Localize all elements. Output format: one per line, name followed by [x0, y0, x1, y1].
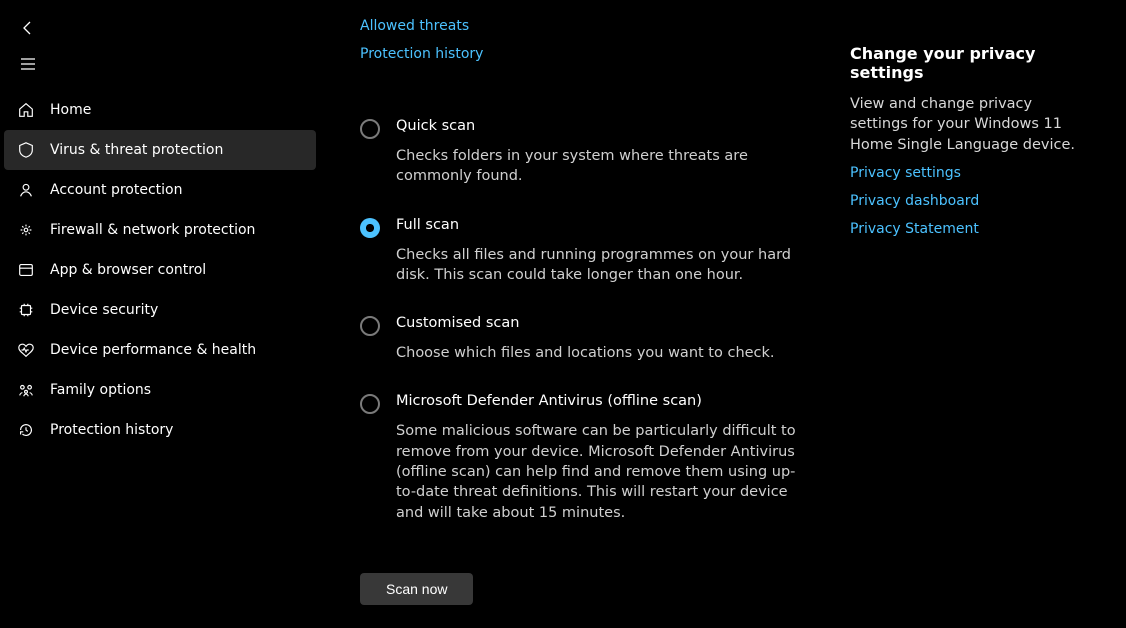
history-icon: [16, 420, 36, 440]
radio-title: Full scan: [396, 217, 810, 233]
arrow-left-icon: [20, 20, 36, 36]
link-allowed-threats[interactable]: Allowed threats: [360, 18, 810, 34]
privacy-text: View and change privacy settings for you…: [850, 94, 1090, 155]
radio-option-offline-scan[interactable]: Microsoft Defender Antivirus (offline sc…: [360, 393, 810, 522]
radio-title: Microsoft Defender Antivirus (offline sc…: [396, 393, 810, 409]
hamburger-button[interactable]: [10, 46, 46, 82]
nav-label: Family options: [50, 382, 151, 398]
radio-description: Checks folders in your system where thre…: [396, 146, 810, 187]
scan-now-button[interactable]: Scan now: [360, 573, 473, 605]
nav-item-account-protection[interactable]: Account protection: [4, 170, 316, 210]
nav-label: Home: [50, 102, 91, 118]
link-protection-history[interactable]: Protection history: [360, 46, 810, 62]
right-column: Change your privacy settings View and ch…: [850, 18, 1090, 608]
nav-item-home[interactable]: Home: [4, 90, 316, 130]
heart-icon: [16, 340, 36, 360]
nav-item-device-security[interactable]: Device security: [4, 290, 316, 330]
privacy-heading: Change your privacy settings: [850, 44, 1090, 82]
link-privacy-statement[interactable]: Privacy Statement: [850, 221, 1090, 237]
browser-icon: [16, 260, 36, 280]
home-icon: [16, 100, 36, 120]
radio-button[interactable]: [360, 394, 380, 414]
radio-button[interactable]: [360, 218, 380, 238]
nav-item-app-browser-control[interactable]: App & browser control: [4, 250, 316, 290]
link-privacy-settings[interactable]: Privacy settings: [850, 165, 1090, 181]
radio-title: Quick scan: [396, 118, 810, 134]
nav-item-protection-history[interactable]: Protection history: [4, 410, 316, 450]
radio-option-full-scan[interactable]: Full scan Checks all files and running p…: [360, 217, 810, 286]
nav-label: Protection history: [50, 422, 173, 438]
back-button[interactable]: [10, 10, 46, 46]
nav-item-virus-threat-protection[interactable]: Virus & threat protection: [4, 130, 316, 170]
scan-options-group: Quick scan Checks folders in your system…: [360, 118, 810, 605]
radio-option-quick-scan[interactable]: Quick scan Checks folders in your system…: [360, 118, 810, 187]
hamburger-icon: [20, 57, 36, 71]
nav-item-firewall-network-protection[interactable]: Firewall & network protection: [4, 210, 316, 250]
nav-label: App & browser control: [50, 262, 206, 278]
nav-label: Firewall & network protection: [50, 222, 255, 238]
radio-description: Checks all files and running programmes …: [396, 245, 810, 286]
radio-title: Customised scan: [396, 315, 810, 331]
radio-description: Some malicious software can be particula…: [396, 421, 810, 522]
sidebar: Home Virus & threat protection Account p…: [0, 0, 320, 628]
main-content: Allowed threats Protection history Quick…: [320, 0, 1126, 628]
radio-button[interactable]: [360, 119, 380, 139]
nav-item-device-performance-health[interactable]: Device performance & health: [4, 330, 316, 370]
family-icon: [16, 380, 36, 400]
nav-list: Home Virus & threat protection Account p…: [0, 90, 320, 450]
person-icon: [16, 180, 36, 200]
firewall-icon: [16, 220, 36, 240]
link-privacy-dashboard[interactable]: Privacy dashboard: [850, 193, 1090, 209]
device-icon: [16, 300, 36, 320]
nav-label: Virus & threat protection: [50, 142, 223, 158]
radio-button[interactable]: [360, 316, 380, 336]
nav-label: Device security: [50, 302, 158, 318]
nav-label: Device performance & health: [50, 342, 256, 358]
radio-description: Choose which files and locations you wan…: [396, 343, 810, 363]
center-column: Allowed threats Protection history Quick…: [360, 18, 810, 608]
radio-option-customised-scan[interactable]: Customised scan Choose which files and l…: [360, 315, 810, 363]
nav-item-family-options[interactable]: Family options: [4, 370, 316, 410]
shield-icon: [16, 140, 36, 160]
nav-label: Account protection: [50, 182, 183, 198]
